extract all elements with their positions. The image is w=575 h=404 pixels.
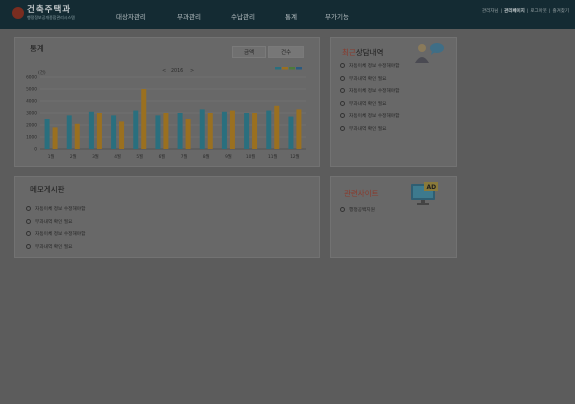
year-next-arrow[interactable]: >: [190, 68, 194, 74]
recent-consultations-title: 최근상담내역: [342, 47, 383, 58]
y-tick-label: 5000: [26, 87, 37, 93]
list-item-text: 자동이체 정보 수정해야함: [349, 89, 400, 94]
bar: [44, 119, 50, 149]
bar: [66, 115, 72, 149]
list-item-text: 부과내역 확인 필요: [349, 126, 387, 132]
x-tick-label: 9월: [225, 153, 232, 160]
y-tick-label: 3000: [26, 111, 37, 117]
list-item[interactable]: 자동이체 정보 수정해야함: [26, 206, 85, 219]
title-rest: 상담내역: [355, 48, 384, 57]
list-item-text: 자동이체 정보 수정해야함: [349, 64, 400, 69]
bullet-icon: [26, 243, 31, 249]
bar: [74, 123, 80, 149]
list-item[interactable]: 부과내역 확인 필요: [340, 125, 399, 139]
y-tick-label: 2000: [26, 123, 37, 129]
y-tick-label: 6000: [26, 75, 37, 81]
bar: [266, 110, 272, 149]
legend-swatch: [296, 67, 302, 70]
bullet-icon: [340, 75, 345, 81]
title-accent: 최근: [342, 48, 356, 57]
bar: [88, 111, 94, 149]
x-tick-label: 3월: [92, 153, 99, 160]
x-tick-label: 7월: [181, 153, 188, 160]
bar: [274, 105, 280, 149]
list-item[interactable]: 부과내역 확인 필요: [340, 75, 399, 89]
y-tick-label: 0: [34, 147, 37, 153]
list-item[interactable]: 부과내역 확인 필요: [340, 100, 399, 114]
memo-list: 자동이체 정보 수정해야함 부과내역 확인 필요 자동이체 정보 수정해야함 부…: [26, 206, 85, 256]
x-tick-label: 12월: [290, 153, 299, 160]
list-item[interactable]: 자동이체 정보 수정해야함: [26, 231, 85, 244]
bar: [244, 113, 250, 149]
bar: [52, 127, 58, 149]
list-item-text: 자동이체 정보 수정해야함: [35, 207, 86, 212]
bullet-icon: [26, 206, 31, 211]
related-sites-list: 행정공백지원: [340, 207, 375, 220]
ad-badge-text: AD: [427, 184, 437, 191]
list-item[interactable]: 행정공백지원: [340, 207, 375, 220]
year-prev-arrow[interactable]: <: [162, 68, 166, 74]
bar: [229, 110, 235, 149]
consultant-icon: [415, 43, 444, 63]
x-tick-label: 5월: [136, 153, 143, 160]
y-tick-label: 1000: [26, 135, 37, 141]
bar: [296, 109, 302, 149]
bar: [207, 113, 213, 149]
bullet-icon: [340, 113, 345, 118]
y-axis-unit-label: (건): [38, 69, 46, 76]
bar: [185, 119, 191, 149]
x-tick-label: 4월: [114, 153, 121, 160]
legend-swatch: [282, 67, 288, 70]
list-item-text: 부과내역 확인 필요: [349, 76, 387, 82]
bullet-icon: [26, 231, 31, 236]
x-tick-label: 11월: [268, 153, 277, 160]
bar: [119, 121, 125, 149]
bar: [288, 116, 294, 149]
bar: [252, 113, 258, 149]
bar: [177, 113, 183, 149]
bullet-icon: [26, 218, 31, 224]
list-item[interactable]: 부과내역 확인 필요: [26, 218, 85, 232]
list-item-text: 부과내역 확인 필요: [35, 244, 73, 250]
bar: [111, 115, 117, 149]
list-item-text: 부과내역 확인 필요: [349, 101, 387, 107]
bar: [199, 109, 205, 149]
year-label: 2016: [171, 68, 183, 74]
monitor-ad-icon: AD: [411, 182, 438, 205]
list-item-text: 부과내역 확인 필요: [35, 219, 73, 225]
bar: [141, 89, 147, 149]
list-item[interactable]: 부과내역 확인 필요: [26, 243, 85, 257]
x-tick-label: 2월: [70, 153, 77, 160]
bullet-icon: [340, 125, 345, 131]
y-tick-label: 4000: [26, 99, 37, 105]
bar: [155, 115, 161, 149]
bar: [221, 111, 227, 149]
bullet-icon: [340, 88, 345, 93]
list-item[interactable]: 자동이체 정보 수정해야함: [340, 113, 399, 126]
list-item[interactable]: 자동이체 정보 수정해야함: [340, 63, 399, 76]
list-item-text: 자동이체 정보 수정해야함: [35, 232, 86, 237]
list-item-text: 행정공백지원: [349, 208, 375, 213]
bar: [96, 113, 102, 149]
x-tick-label: 6월: [159, 153, 166, 160]
legend-swatch: [289, 67, 295, 70]
bullet-icon: [340, 63, 345, 68]
list-item-text: 자동이체 정보 수정해야함: [349, 114, 400, 119]
x-tick-label: 1월: [48, 153, 55, 160]
list-item[interactable]: 자동이체 정보 수정해야함: [340, 88, 399, 101]
bar: [163, 113, 169, 149]
legend-swatch: [275, 67, 281, 70]
bullet-icon: [340, 100, 345, 106]
x-tick-label: 10월: [246, 153, 255, 160]
bar: [133, 110, 139, 149]
consultation-list: 자동이체 정보 수정해야함 부과내역 확인 필요 자동이체 정보 수정해야함 부…: [340, 63, 399, 138]
memo-board-title: 메모게시판: [30, 185, 65, 194]
bullet-icon: [340, 207, 345, 212]
related-sites-title: 관련사이트: [344, 189, 379, 198]
x-tick-label: 8월: [203, 153, 210, 160]
